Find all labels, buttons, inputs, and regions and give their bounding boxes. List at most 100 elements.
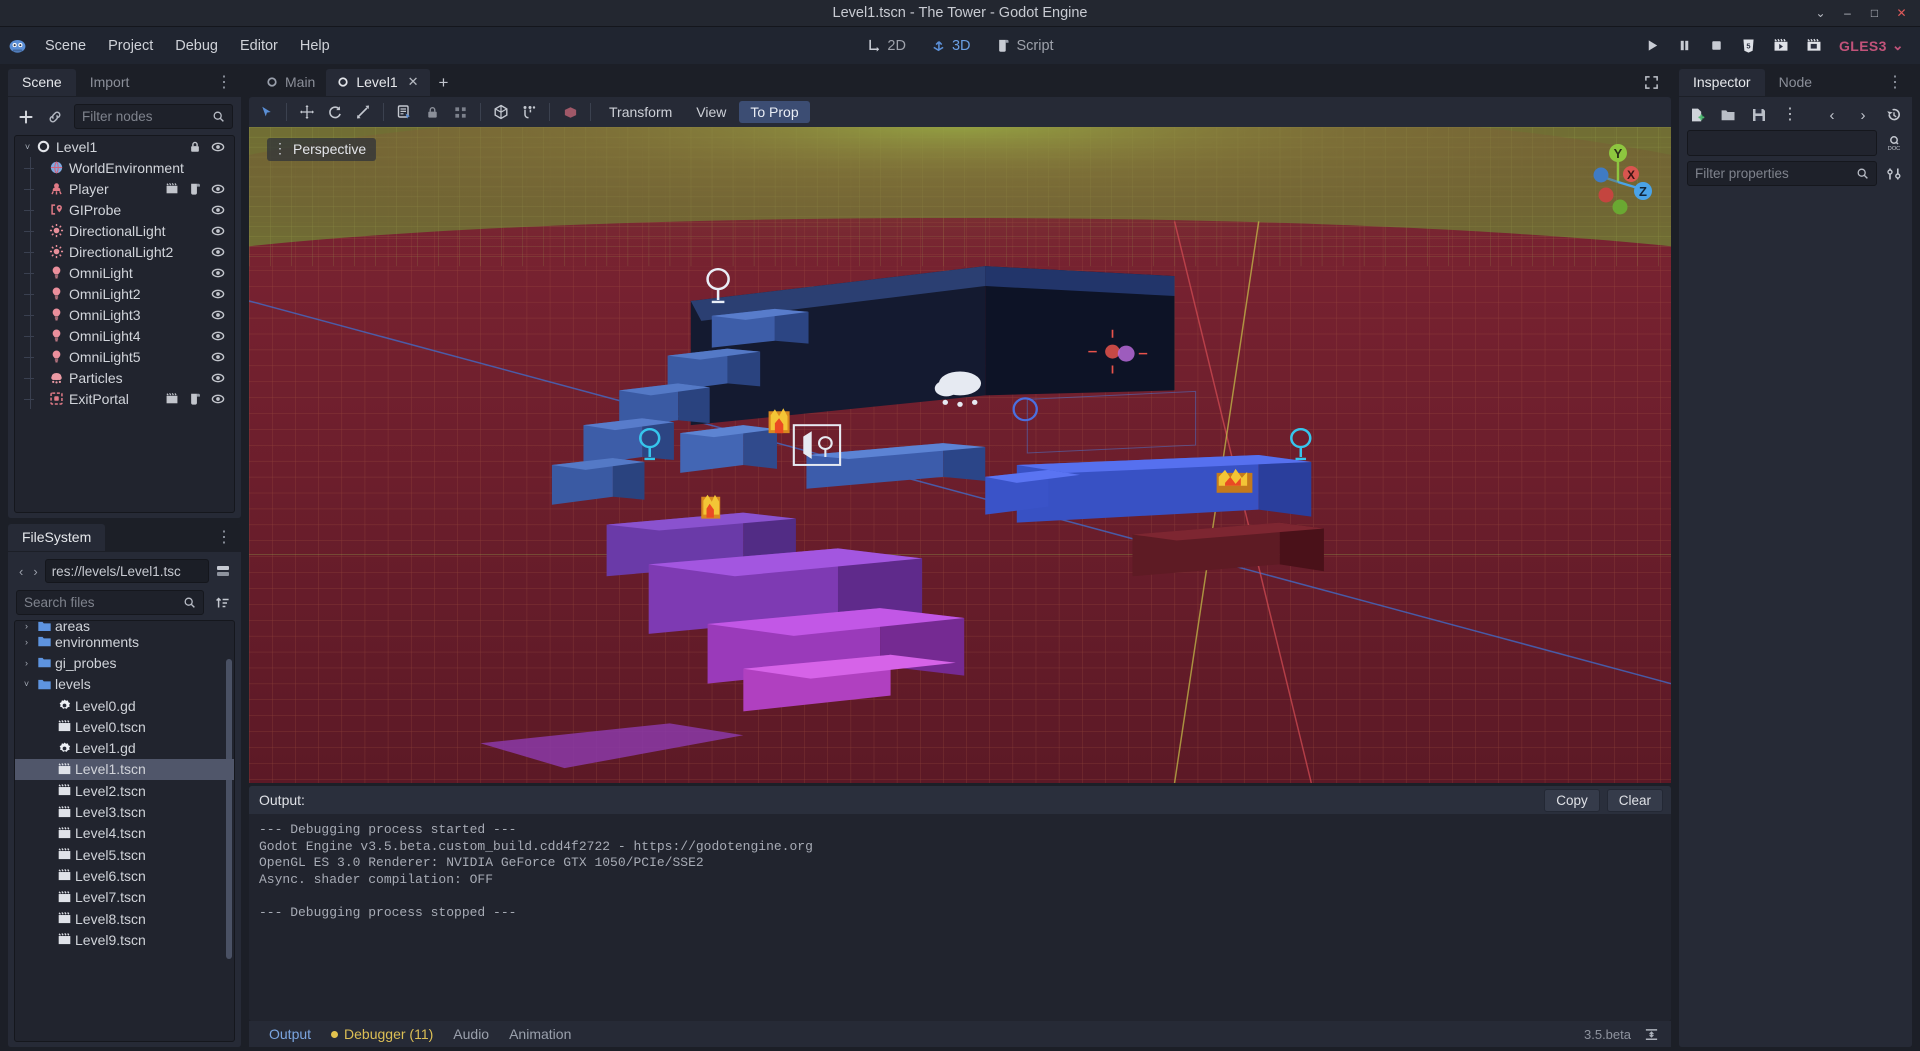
filesystem-item[interactable]: Level6.tscn — [15, 865, 234, 886]
bottom-tab-audio[interactable]: Audio — [443, 1023, 499, 1045]
stop-button[interactable] — [1709, 38, 1724, 53]
menu-editor[interactable]: Editor — [229, 34, 289, 58]
html5-icon[interactable]: 5 — [1741, 38, 1756, 54]
scene-tree-item[interactable]: DirectionalLight2 — [15, 241, 234, 262]
lock-button[interactable] — [419, 100, 445, 124]
filter-nodes-input[interactable]: Filter nodes — [74, 104, 233, 129]
play-scene-icon[interactable] — [1773, 38, 1789, 53]
scene-tree-item[interactable]: OmniLight — [15, 262, 234, 283]
back-button[interactable]: ‹ — [16, 564, 26, 579]
instance-child-scene-icon[interactable] — [45, 107, 65, 127]
add-scene-button[interactable]: + — [430, 71, 458, 95]
scene-tree-item[interactable]: Particles — [15, 367, 234, 388]
chevron-down-icon[interactable]: ˅ — [21, 142, 34, 152]
visibility-icon[interactable] — [211, 203, 225, 217]
fullscreen-icon[interactable] — [1632, 75, 1671, 90]
split-mode-icon[interactable] — [213, 561, 233, 581]
movie-icon[interactable] — [1806, 38, 1822, 53]
scene-tree-item[interactable]: Player — [15, 178, 234, 199]
move-mode-button[interactable] — [294, 100, 320, 124]
filesystem-dock-menu-icon[interactable]: ⋮ — [207, 529, 241, 545]
history-icon[interactable] — [1884, 105, 1904, 125]
search-doc-icon[interactable]: DOC — [1884, 133, 1904, 153]
inspector-dock-menu-icon[interactable]: ⋮ — [1878, 74, 1912, 90]
rotate-mode-button[interactable] — [322, 100, 348, 124]
filesystem-item[interactable]: Level1.tscn — [15, 758, 234, 781]
visibility-icon[interactable] — [211, 308, 225, 322]
to-prop-button[interactable]: To Prop — [739, 101, 810, 123]
inspector-object-field[interactable] — [1687, 130, 1877, 156]
history-back-button[interactable]: ‹ — [1822, 105, 1842, 125]
main-screen-script-button[interactable]: Script — [985, 34, 1065, 58]
transform-menu-button[interactable]: Transform — [598, 101, 683, 123]
lock-icon[interactable] — [188, 140, 202, 154]
clear-button[interactable]: Clear — [1606, 788, 1663, 812]
visibility-icon[interactable] — [211, 350, 225, 364]
filesystem-item[interactable]: › environments — [15, 631, 234, 652]
filesystem-item[interactable]: › areas — [15, 621, 234, 631]
chevron-right-icon[interactable]: › — [19, 637, 34, 647]
script-icon[interactable] — [188, 392, 202, 406]
tools-icon[interactable] — [1884, 164, 1904, 184]
resource-menu-icon[interactable]: ⋮ — [1780, 105, 1800, 125]
scene-tree-item[interactable]: OmniLight5 — [15, 346, 234, 367]
menu-project[interactable]: Project — [97, 34, 164, 58]
scene-tree-item[interactable]: DirectionalLight — [15, 220, 234, 241]
save-icon[interactable] — [1749, 105, 1769, 125]
visibility-icon[interactable] — [211, 140, 225, 154]
vertical-dots-icon[interactable]: ⋮ — [273, 141, 287, 155]
local-space-button[interactable] — [488, 100, 514, 124]
visibility-icon[interactable] — [211, 182, 225, 196]
current-path-field[interactable]: res://levels/Level1.tsc — [44, 559, 209, 583]
sort-icon[interactable] — [213, 593, 233, 613]
menu-scene[interactable]: Scene — [34, 34, 97, 58]
scene-tree-item[interactable]: ˅ Level1 — [15, 136, 234, 157]
bottom-tab-animation[interactable]: Animation — [499, 1023, 581, 1045]
list-select-button[interactable] — [391, 100, 417, 124]
scene-icon[interactable] — [165, 182, 179, 196]
bottom-tab-debugger[interactable]: Debugger (11) — [321, 1023, 443, 1045]
scale-mode-button[interactable] — [350, 100, 376, 124]
axis-gizmo[interactable]: Y X Z — [1579, 139, 1657, 217]
filesystem-item[interactable]: ˅ levels — [15, 674, 234, 695]
3d-viewport[interactable]: ⋮ Perspective Y X Z — [249, 127, 1671, 783]
renderer-selector[interactable]: GLES3 ⌄ — [1839, 37, 1904, 54]
visibility-icon[interactable] — [211, 371, 225, 385]
scene-tab-level1[interactable]: Level1 ✕ — [326, 69, 430, 96]
scene-tree-item[interactable]: GIProbe — [15, 199, 234, 220]
menu-debug[interactable]: Debug — [164, 34, 229, 58]
filter-properties-input[interactable]: Filter properties — [1687, 161, 1877, 186]
filesystem-item[interactable]: Level3.tscn — [15, 801, 234, 822]
filesystem-file-list[interactable]: › areas › environments › gi_probes ˅ levels Leve… — [14, 620, 235, 1042]
copy-button[interactable]: Copy — [1544, 788, 1600, 812]
window-maximize-button[interactable]: □ — [1868, 7, 1881, 20]
filesystem-item[interactable]: Level0.gd — [15, 695, 234, 716]
filesystem-item[interactable]: Level5.tscn — [15, 844, 234, 865]
output-log[interactable]: --- Debugging process started --- Godot … — [249, 814, 1671, 1021]
tab-node[interactable]: Node — [1765, 69, 1826, 96]
pause-button[interactable] — [1677, 38, 1692, 53]
scene-tree-item[interactable]: ExitPortal — [15, 388, 234, 409]
close-icon[interactable]: ✕ — [408, 74, 419, 90]
tab-inspector[interactable]: Inspector — [1679, 69, 1765, 96]
bottom-tab-output[interactable]: Output — [259, 1023, 321, 1045]
window-minimize-button[interactable]: – — [1841, 7, 1854, 20]
tab-filesystem[interactable]: FileSystem — [8, 524, 106, 551]
group-button[interactable] — [447, 100, 473, 124]
scene-tree[interactable]: ˅ Level1 WorldEnvironment Player GIProbe Dire… — [14, 135, 235, 513]
visibility-icon[interactable] — [211, 392, 225, 406]
chevron-right-icon[interactable]: › — [19, 658, 34, 668]
filesystem-item[interactable]: Level8.tscn — [15, 908, 234, 929]
scene-dock-menu-icon[interactable]: ⋮ — [207, 74, 241, 90]
menu-help[interactable]: Help — [289, 34, 341, 58]
filesystem-item[interactable]: Level7.tscn — [15, 887, 234, 908]
play-button[interactable] — [1645, 38, 1660, 53]
scene-tree-item[interactable]: WorldEnvironment — [15, 157, 234, 178]
view-menu-button[interactable]: View — [685, 101, 737, 123]
script-icon[interactable] — [188, 182, 202, 196]
chevron-right-icon[interactable]: › — [19, 621, 34, 631]
scene-icon[interactable] — [165, 392, 179, 406]
camera-override-button[interactable] — [557, 100, 583, 124]
window-close-button[interactable]: ✕ — [1895, 7, 1908, 20]
tab-scene[interactable]: Scene — [8, 69, 76, 96]
